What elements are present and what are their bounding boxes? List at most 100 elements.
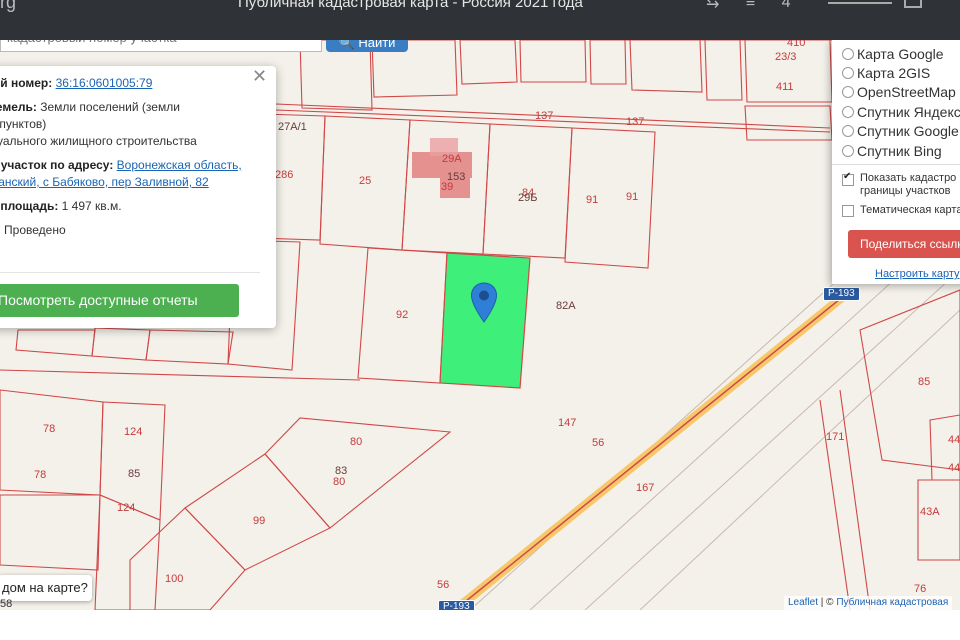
location-pin-icon[interactable] — [470, 282, 498, 324]
parcel-label: 91 — [586, 194, 599, 206]
layer-label: Спутник Яндекс — [857, 104, 960, 120]
share-link-button[interactable]: Поделиться ссылк — [848, 230, 960, 258]
land-category-row: земель: Земли поселений (земли — [0, 100, 180, 114]
parcel-info-popup: ✕ ый номер: 36:16:0601005:79 земель: Зем… — [0, 66, 276, 328]
parcel-label: 27А/1 — [278, 121, 307, 133]
parcel-label: 99 — [253, 515, 266, 527]
popup-divider — [0, 272, 260, 273]
road-badge-r193: Р-193 — [823, 287, 860, 301]
toolbar-icons: ⇆ ≡ 4 — [706, 0, 813, 12]
address-line2: манский, с Бабяково, пер Заливной, 82 — [0, 175, 209, 189]
parcel-label: 25 — [359, 175, 372, 187]
whats-here-button[interactable]: дом на карте? — [0, 575, 92, 601]
parcel-label: 78 — [34, 469, 47, 481]
layer-label: Спутник Google — [857, 123, 959, 139]
parcel-label: 39 — [441, 181, 454, 193]
parcel-label: 137 — [626, 116, 645, 128]
land-category-line2: х пунктов) — [0, 117, 47, 131]
radio-icon[interactable] — [842, 48, 854, 60]
layer-google-satellite[interactable]: Спутник Google — [842, 123, 959, 139]
share-icon[interactable]: ⇆ — [706, 0, 719, 11]
parcel-label: 44 — [948, 434, 960, 446]
parcel-label: 124 — [117, 502, 136, 514]
bottom-bar — [0, 610, 960, 640]
parcel-label: 91 — [626, 191, 639, 203]
area-label: я площадь: — [0, 199, 59, 213]
parcel-label: 100 — [165, 573, 184, 585]
land-category-label: земель: — [0, 100, 37, 114]
parcel-label: 23/3 — [775, 51, 797, 63]
parcel-label: 147 — [558, 417, 577, 429]
parcel-label: 80 — [350, 436, 363, 448]
thematic-map-checkbox[interactable] — [842, 205, 854, 217]
survey-value: Проведено — [4, 223, 66, 237]
address-link-line2[interactable]: манский, с Бабяково, пер Заливной, 82 — [0, 175, 209, 189]
layer-2gis[interactable]: Карта 2GIS — [842, 65, 930, 81]
radio-icon[interactable] — [842, 86, 854, 98]
parcel-label: 80 — [333, 476, 346, 488]
leaflet-link[interactable]: Leaflet — [788, 597, 818, 608]
parcel-label: 56 — [592, 437, 605, 449]
land-category-value: Земли поселений (земли — [40, 100, 180, 114]
layer-label: Карта 2GIS — [857, 65, 931, 81]
parcel-label: 137 — [535, 110, 554, 122]
radio-icon[interactable] — [842, 145, 854, 157]
address-link[interactable]: Воронежская область, — [117, 158, 242, 172]
cadastre-overlay-checkbox[interactable] — [842, 171, 854, 186]
parcel-label: 78 — [43, 423, 56, 435]
thematic-map-label: Тематическая карта — [860, 204, 960, 216]
cadastral-number-link[interactable]: 36:16:0601005:79 — [56, 76, 153, 90]
layer-google-map[interactable]: Карта Google — [842, 46, 944, 62]
radio-icon[interactable] — [842, 67, 854, 79]
area-row: я площадь: 1 497 кв.м. — [0, 199, 122, 213]
address-label: й участок по адресу: — [0, 158, 114, 172]
address-row: й участок по адресу: Воронежская область… — [0, 158, 242, 172]
layer-yandex-satellite[interactable]: Спутник Яндекс — [842, 104, 960, 120]
layer-label: OpenStreetMap — [857, 84, 956, 100]
close-icon[interactable]: ✕ — [252, 66, 267, 87]
menu-icon[interactable]: ≡ — [746, 0, 755, 11]
parcel-label: 92 — [396, 309, 409, 321]
parcel-label: 76 — [914, 583, 927, 595]
cadastre-overlay-line2: границы участков — [860, 185, 951, 197]
land-use-line: дуального жилищного строительства — [0, 134, 197, 148]
cadastre-overlay-label: Показать кадастро границы участков — [860, 172, 956, 198]
parcel-label: 85 — [918, 376, 931, 388]
survey-row: е: Проведено — [0, 223, 66, 237]
map-attribution: Leaflet | © Публичная кадастровая — [784, 596, 953, 610]
toolbar-divider — [828, 2, 892, 4]
layer-osm[interactable]: OpenStreetMap — [842, 84, 956, 100]
cadastre-overlay-line1: Показать кадастро — [860, 172, 957, 184]
attribution-separator: | © — [818, 597, 837, 608]
top-bar: rg Публичная кадастровая карта - Россия … — [0, 0, 960, 40]
survey-label: е: — [0, 223, 1, 237]
layers-count-icon[interactable]: 4 — [782, 0, 791, 11]
parcel-label: 56 — [437, 579, 450, 591]
parcel-label: 85 — [128, 468, 141, 480]
cadastral-number-label: ый номер: — [0, 76, 53, 90]
parcel-label: 171 — [826, 431, 845, 443]
fullscreen-icon[interactable] — [904, 0, 922, 8]
layers-divider — [832, 164, 960, 165]
parcel-label: 411 — [776, 81, 794, 93]
radio-icon[interactable] — [842, 106, 854, 118]
layer-label: Спутник Bing — [857, 143, 942, 159]
app-logo: rg — [0, 0, 17, 12]
layer-label: Карта Google — [857, 46, 944, 62]
cadastral-number-row: ый номер: 36:16:0601005:79 — [0, 76, 152, 90]
parcel-label: 44 — [948, 462, 960, 474]
parcel-label: 82А — [556, 300, 576, 312]
parcel-label: 124 — [124, 426, 143, 438]
layer-bing-satellite[interactable]: Спутник Bing — [842, 143, 942, 159]
page-title: Публичная кадастровая карта - Россия 202… — [238, 0, 583, 11]
parcel-label: 43А — [920, 506, 940, 518]
area-value: 1 497 кв.м. — [61, 199, 122, 213]
source-link[interactable]: Публичная кадастровая — [836, 597, 948, 608]
layers-panel: Карта Google Карта 2GIS OpenStreetMap Сп… — [832, 40, 960, 284]
view-reports-button[interactable]: Посмотреть доступные отчеты — [0, 284, 239, 317]
parcel-label: 29А — [442, 153, 462, 165]
parcel-label: 286 — [275, 169, 294, 181]
radio-icon[interactable] — [842, 125, 854, 137]
parcel-label: 29Б — [518, 192, 538, 204]
configure-map-link[interactable]: Настроить карту — [875, 268, 960, 280]
